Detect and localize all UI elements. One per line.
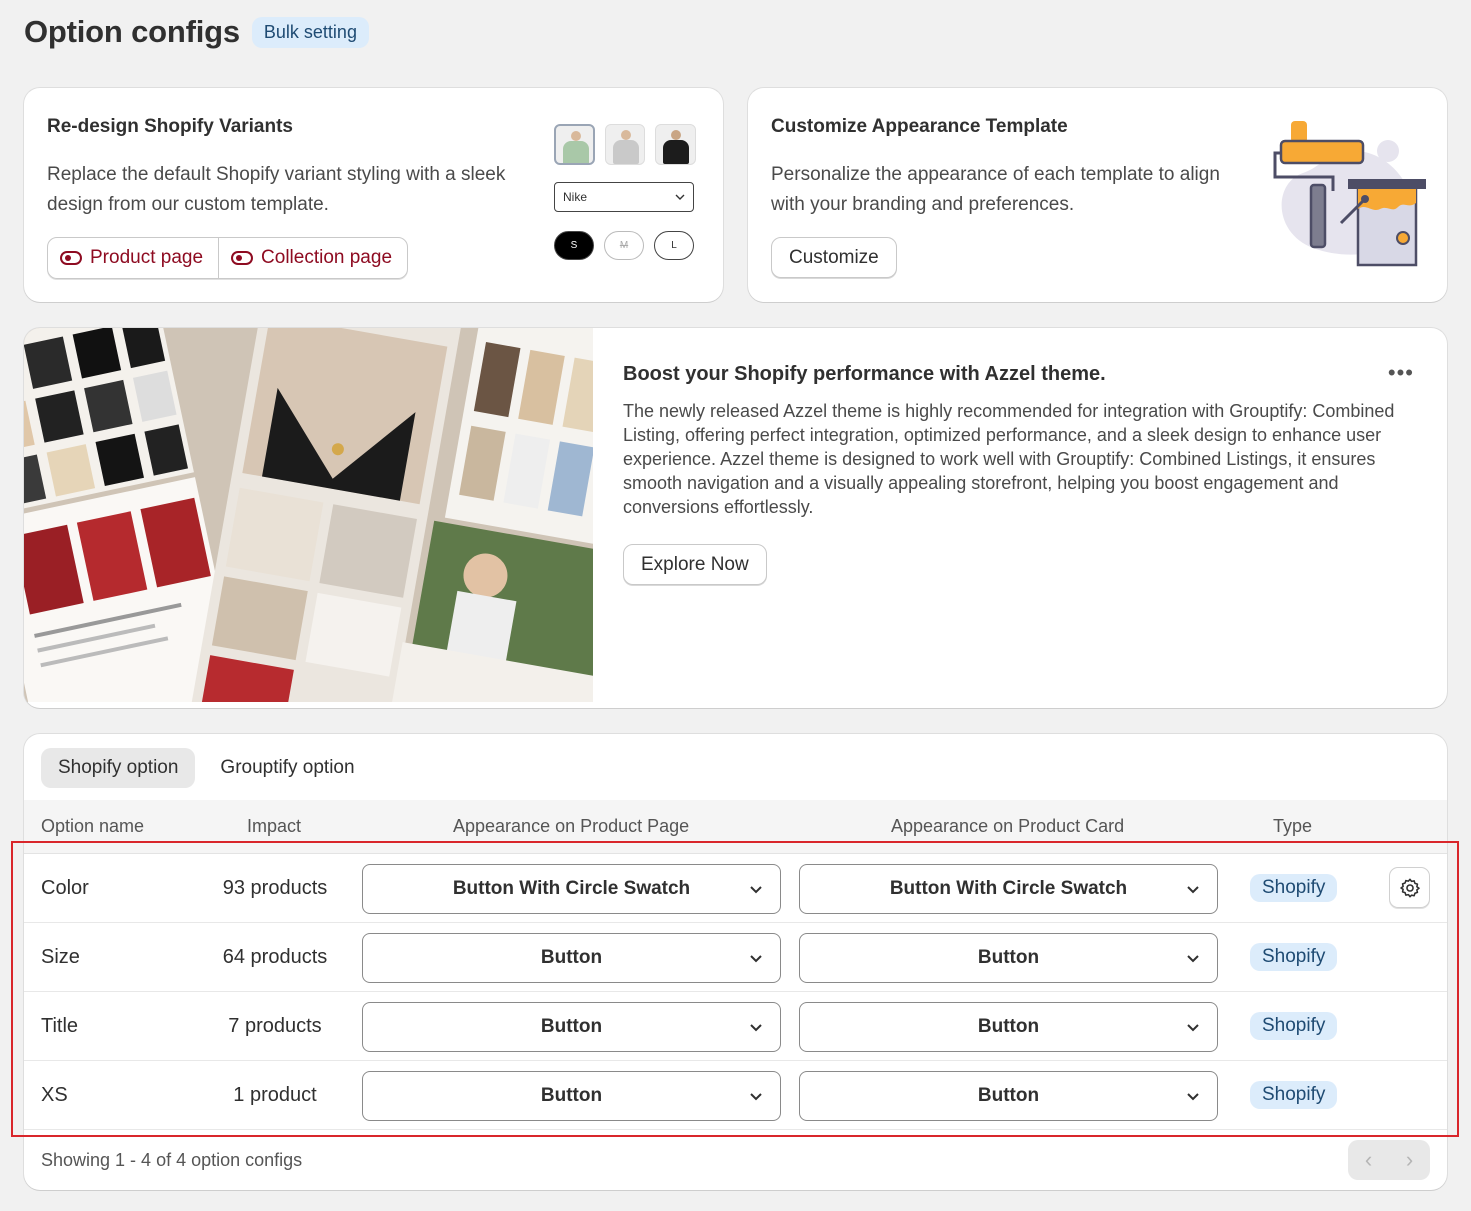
option-name: Size <box>41 946 80 968</box>
customize-appearance-card: Customize Appearance Template Personaliz… <box>748 88 1447 302</box>
card-description: Replace the default Shopify variant styl… <box>47 164 506 215</box>
impact-count: 64 products <box>222 946 328 968</box>
chevron-down-icon <box>1187 1024 1199 1032</box>
variant-preview: Nike S M L <box>554 124 696 260</box>
pagination-summary: Showing 1 - 4 of 4 option configs <box>41 1150 303 1170</box>
chevron-down-icon <box>1187 1093 1199 1101</box>
size-swatch: L <box>654 231 694 260</box>
promo-description: The newly released Azzel theme is highly… <box>623 401 1395 517</box>
option-name: XS <box>41 1084 68 1106</box>
pagination: ‹ › <box>1348 1140 1430 1180</box>
card-description: Personalize the appearance of each templ… <box>771 164 1220 215</box>
bulk-setting-badge[interactable]: Bulk setting <box>251 16 369 48</box>
select-value: Button <box>540 1016 603 1037</box>
tab-shopify-option[interactable]: Shopify option <box>41 748 196 788</box>
variant-thumb-green <box>554 124 595 165</box>
column-header-product-card: Appearance on Product Card <box>891 816 1125 836</box>
tab-grouptify-option[interactable]: Grouptify option <box>203 748 371 788</box>
type-badge: Shopify <box>1250 874 1338 902</box>
card-title: Customize Appearance Template <box>771 116 1068 137</box>
page-title: Option configs <box>24 14 240 49</box>
select-value: Button With Circle Swatch <box>889 878 1128 899</box>
more-icon[interactable]: ••• <box>1388 360 1414 386</box>
option-tabs: Shopify option Grouptify option <box>41 748 372 788</box>
column-header-impact: Impact <box>247 816 302 836</box>
chevron-down-icon <box>750 1093 762 1101</box>
chevron-down-icon <box>1187 955 1199 963</box>
select-value: Button <box>540 1085 603 1106</box>
select-value: Button <box>977 947 1040 968</box>
option-name: Color <box>41 877 89 899</box>
product-card-appearance-select[interactable]: Button With Circle Swatch <box>799 864 1218 914</box>
azzel-theme-collage-image <box>24 328 593 702</box>
table-header: Option name Impact Appearance on Product… <box>24 800 1447 854</box>
redesign-variants-card: Re-design Shopify Variants Replace the d… <box>24 88 723 302</box>
select-value: Button With Circle Swatch <box>452 878 691 899</box>
impact-count: 7 products <box>228 1015 322 1037</box>
promo-title: Boost your Shopify performance with Azze… <box>623 363 1106 385</box>
table-row: XS 1 product Button Button Shopify <box>24 1061 1447 1130</box>
explore-now-button[interactable]: Explore Now <box>623 544 767 585</box>
chevron-down-icon <box>675 194 685 200</box>
product-page-appearance-select[interactable]: Button <box>362 933 781 983</box>
impact-count: 1 product <box>233 1084 317 1106</box>
collection-page-label: Collection page <box>261 247 393 268</box>
variant-thumbnails <box>554 124 696 165</box>
table-row: Color 93 products Button With Circle Swa… <box>24 854 1447 923</box>
product-card-appearance-select[interactable]: Button <box>799 933 1218 983</box>
paint-roller-illustration <box>1273 121 1426 267</box>
chevron-down-icon <box>750 886 762 894</box>
chevron-right-icon[interactable]: › <box>1389 1140 1430 1180</box>
type-badge: Shopify <box>1250 1012 1338 1040</box>
chevron-left-icon[interactable]: ‹ <box>1348 1140 1389 1180</box>
brand-select-value: Nike <box>563 190 588 204</box>
table-row: Title 7 products Button Button Shopify <box>24 992 1447 1061</box>
card-title: Re-design Shopify Variants <box>47 116 293 137</box>
collection-page-button[interactable]: Collection page <box>218 238 407 278</box>
settings-button[interactable] <box>1389 867 1430 908</box>
azzel-theme-promo-card: Boost your Shopify performance with Azze… <box>24 328 1447 708</box>
select-value: Button <box>540 947 603 968</box>
product-page-appearance-select[interactable]: Button <box>362 1002 781 1052</box>
gear-icon <box>1399 878 1420 897</box>
product-card-appearance-select[interactable]: Button <box>799 1071 1218 1121</box>
size-swatch: M <box>604 231 644 260</box>
product-page-appearance-select[interactable]: Button With Circle Swatch <box>362 864 781 914</box>
product-page-appearance-select[interactable]: Button <box>362 1071 781 1121</box>
column-header-option-name: Option name <box>41 816 145 836</box>
page-header: Option configs Bulk setting <box>24 14 369 50</box>
select-value: Button <box>977 1016 1040 1037</box>
variant-thumb-black <box>655 124 696 165</box>
chevron-down-icon <box>750 955 762 963</box>
option-name: Title <box>41 1015 79 1037</box>
chevron-down-icon <box>750 1024 762 1032</box>
brand-select-preview: Nike <box>554 182 694 212</box>
product-page-button[interactable]: Product page <box>48 238 218 278</box>
type-badge: Shopify <box>1250 943 1338 971</box>
impact-count: 93 products <box>222 877 328 899</box>
column-header-type: Type <box>1273 816 1313 836</box>
size-swatches-preview: S M L <box>554 231 696 260</box>
product-card-appearance-select[interactable]: Button <box>799 1002 1218 1052</box>
toggle-icon <box>231 251 254 265</box>
size-swatch: S <box>554 231 594 260</box>
chevron-down-icon <box>1187 886 1199 894</box>
customize-button[interactable]: Customize <box>771 237 897 278</box>
table-row: Size 64 products Button Button Shopify <box>24 923 1447 992</box>
product-page-label: Product page <box>90 247 204 268</box>
column-header-product-page: Appearance on Product Page <box>453 816 690 836</box>
option-configs-table-card: Shopify option Grouptify option Option n… <box>24 734 1447 1190</box>
select-value: Button <box>977 1085 1040 1106</box>
page-toggle-group: Product page Collection page <box>47 237 409 279</box>
variant-thumb-grey <box>604 124 646 165</box>
toggle-icon <box>60 251 82 265</box>
type-badge: Shopify <box>1250 1081 1338 1109</box>
